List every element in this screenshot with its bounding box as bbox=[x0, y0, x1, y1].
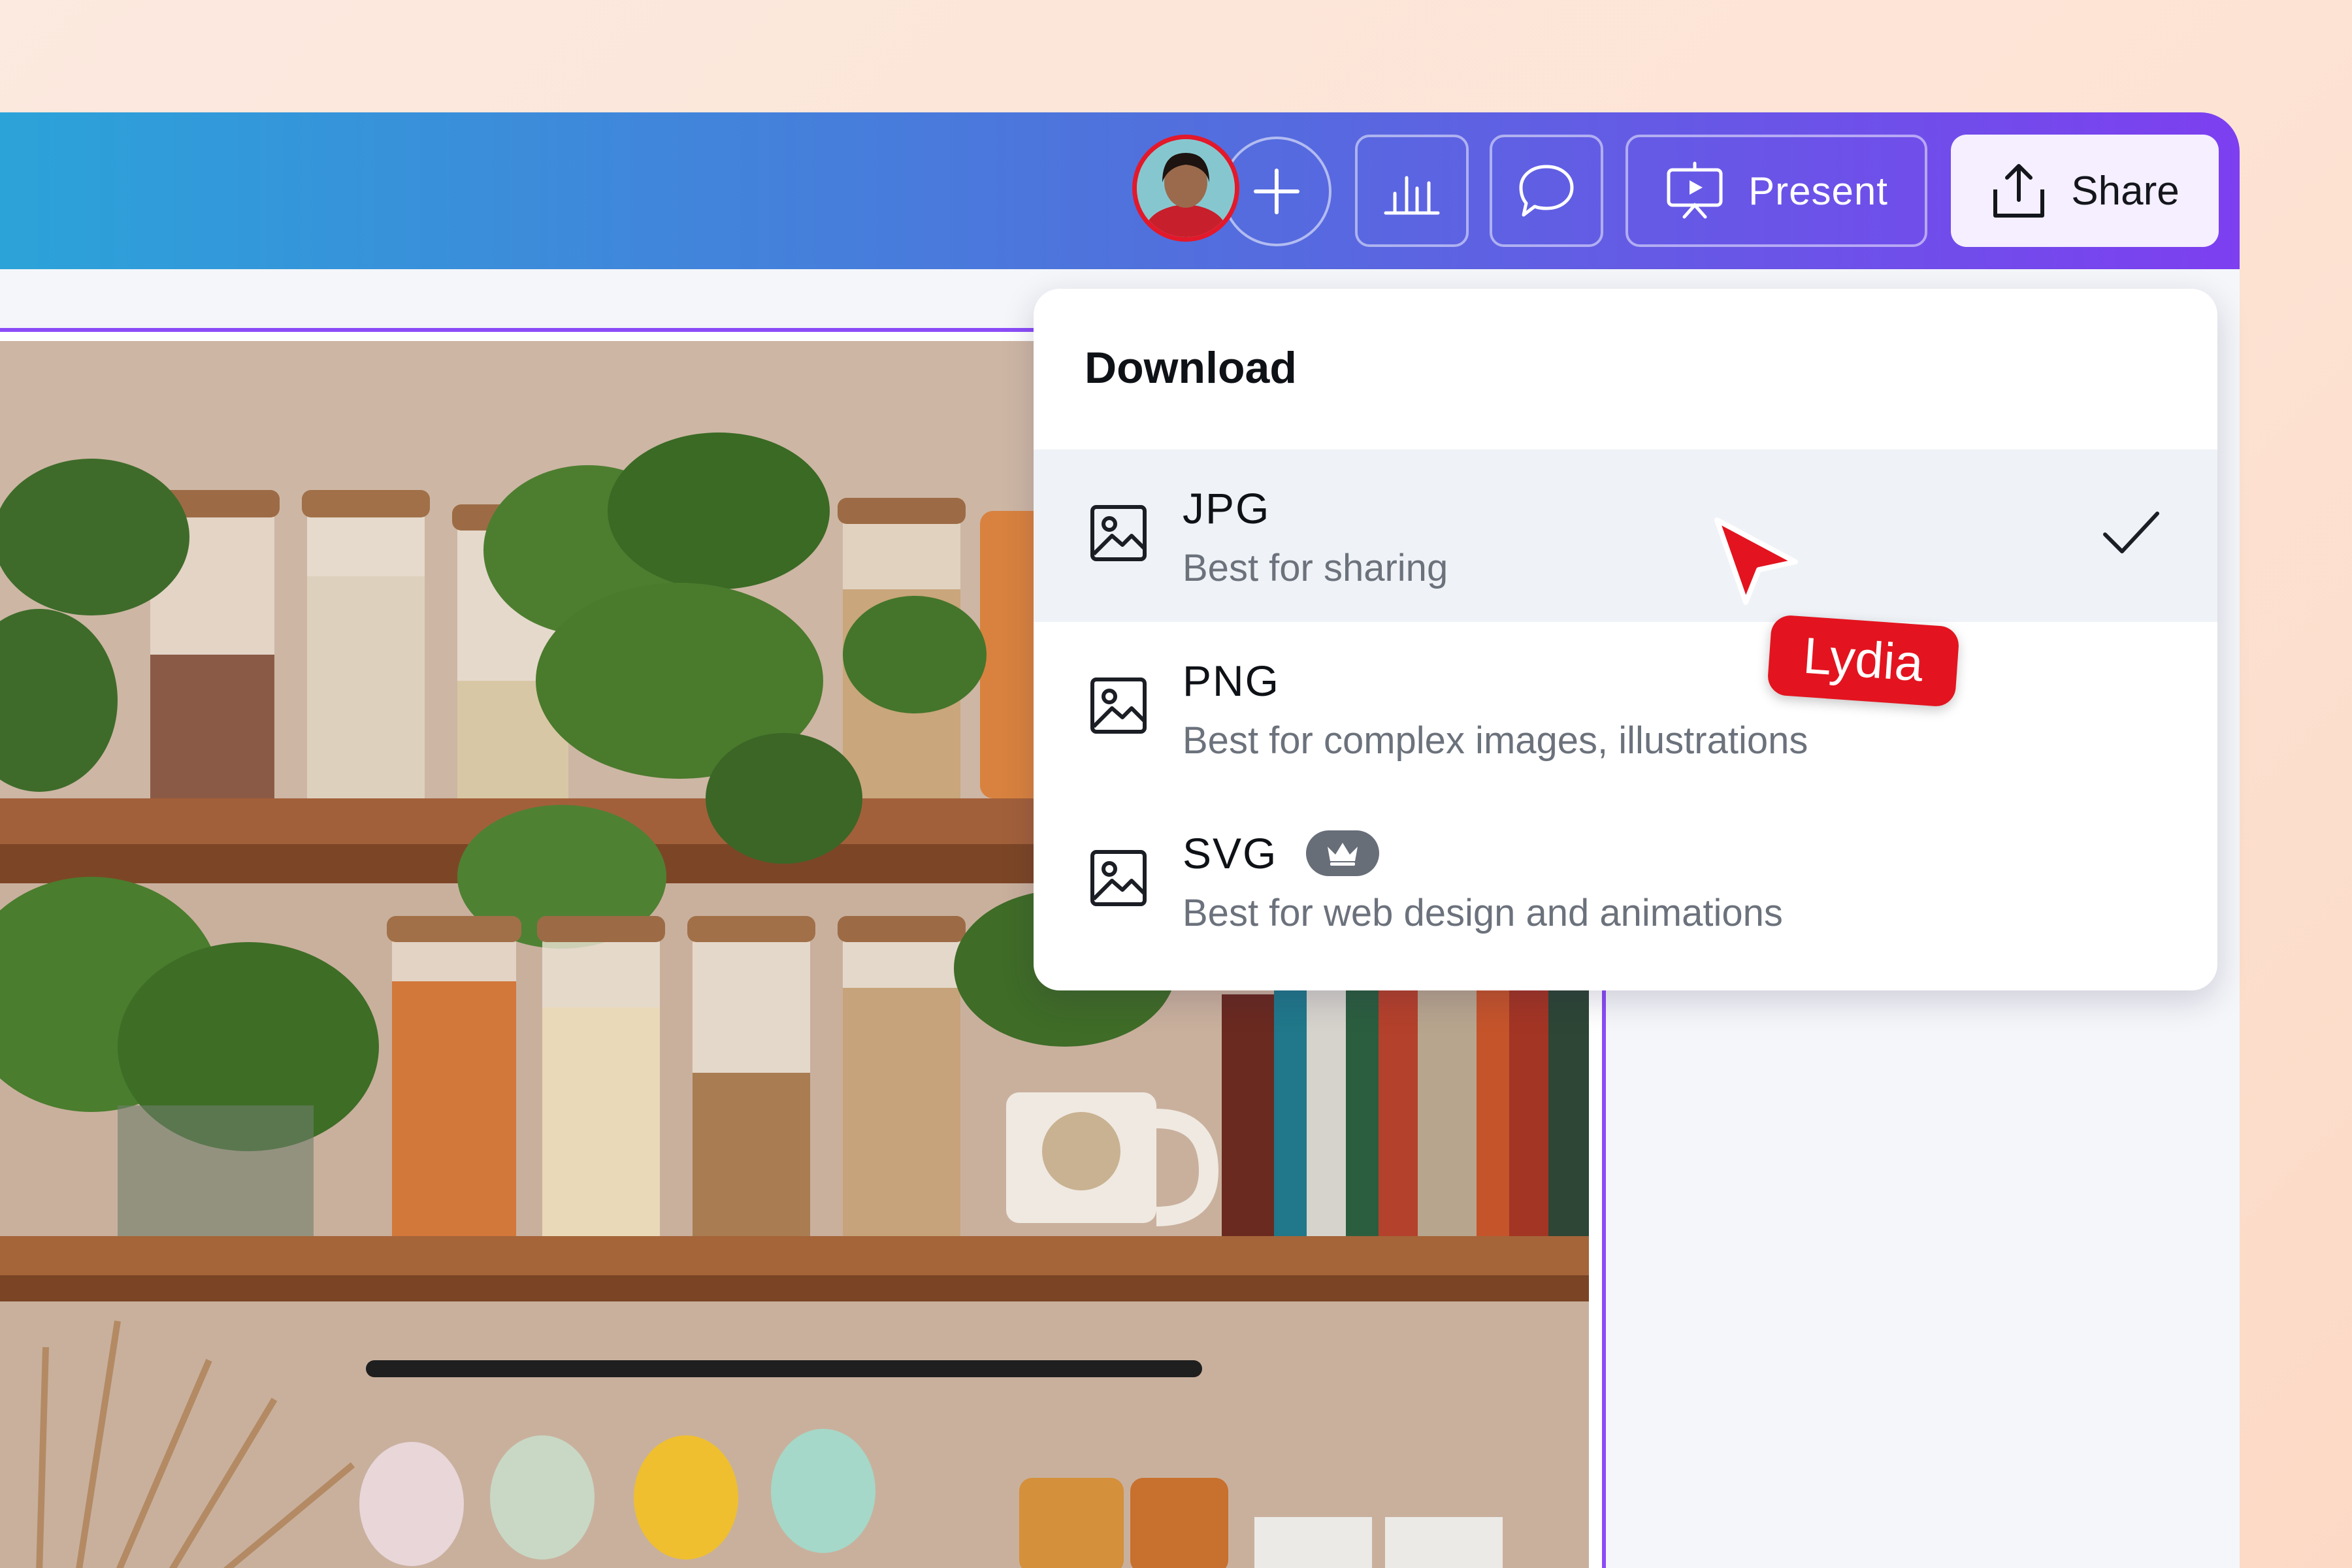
file-type-option-png[interactable]: PNG Best for complex images, illustratio… bbox=[1034, 622, 2217, 794]
image-icon bbox=[1090, 505, 1147, 561]
option-name: SVG bbox=[1183, 829, 1278, 877]
option-description: Best for web design and animations bbox=[1183, 892, 1783, 934]
avatar-icon bbox=[1137, 139, 1235, 237]
option-name: JPG bbox=[1183, 484, 1271, 532]
download-menu-title: Download bbox=[1085, 343, 1297, 393]
bar-chart-icon bbox=[1384, 176, 1440, 215]
file-type-option-jpg[interactable]: JPG Best for sharing bbox=[1034, 449, 2217, 622]
comment-icon bbox=[1519, 165, 1574, 217]
download-menu: Download JPG Best for sharing PNG Best f… bbox=[1034, 289, 2217, 990]
avatar-photo bbox=[1137, 139, 1235, 237]
plus-icon bbox=[1254, 169, 1299, 214]
share-label: Share bbox=[2071, 168, 2180, 214]
present-label: Present bbox=[1748, 169, 1888, 213]
option-description: Best for sharing bbox=[1183, 547, 1448, 589]
crown-icon bbox=[1328, 843, 1358, 866]
image-icon bbox=[1090, 850, 1147, 906]
present-icon bbox=[1667, 161, 1723, 219]
comments-button[interactable] bbox=[1490, 135, 1603, 247]
pro-badge bbox=[1306, 830, 1380, 876]
option-description: Best for complex images, illustrations bbox=[1183, 719, 1808, 762]
insights-button[interactable] bbox=[1355, 135, 1469, 247]
file-type-option-svg[interactable]: SVG Best for web design and animations bbox=[1034, 794, 2217, 967]
share-button[interactable]: Share bbox=[1951, 135, 2219, 247]
image-icon bbox=[1090, 678, 1147, 734]
option-name-row: SVG bbox=[1183, 828, 1380, 878]
option-name: PNG bbox=[1183, 657, 1281, 705]
present-button[interactable]: Present bbox=[1625, 135, 1927, 247]
collaborator-cursor-icon bbox=[1714, 517, 1798, 605]
collaborator-name-tag: Lydia bbox=[1767, 614, 1960, 708]
checkmark-icon bbox=[2103, 512, 2159, 553]
collaborator-avatar[interactable] bbox=[1132, 135, 1239, 242]
upload-icon bbox=[1993, 164, 2045, 218]
